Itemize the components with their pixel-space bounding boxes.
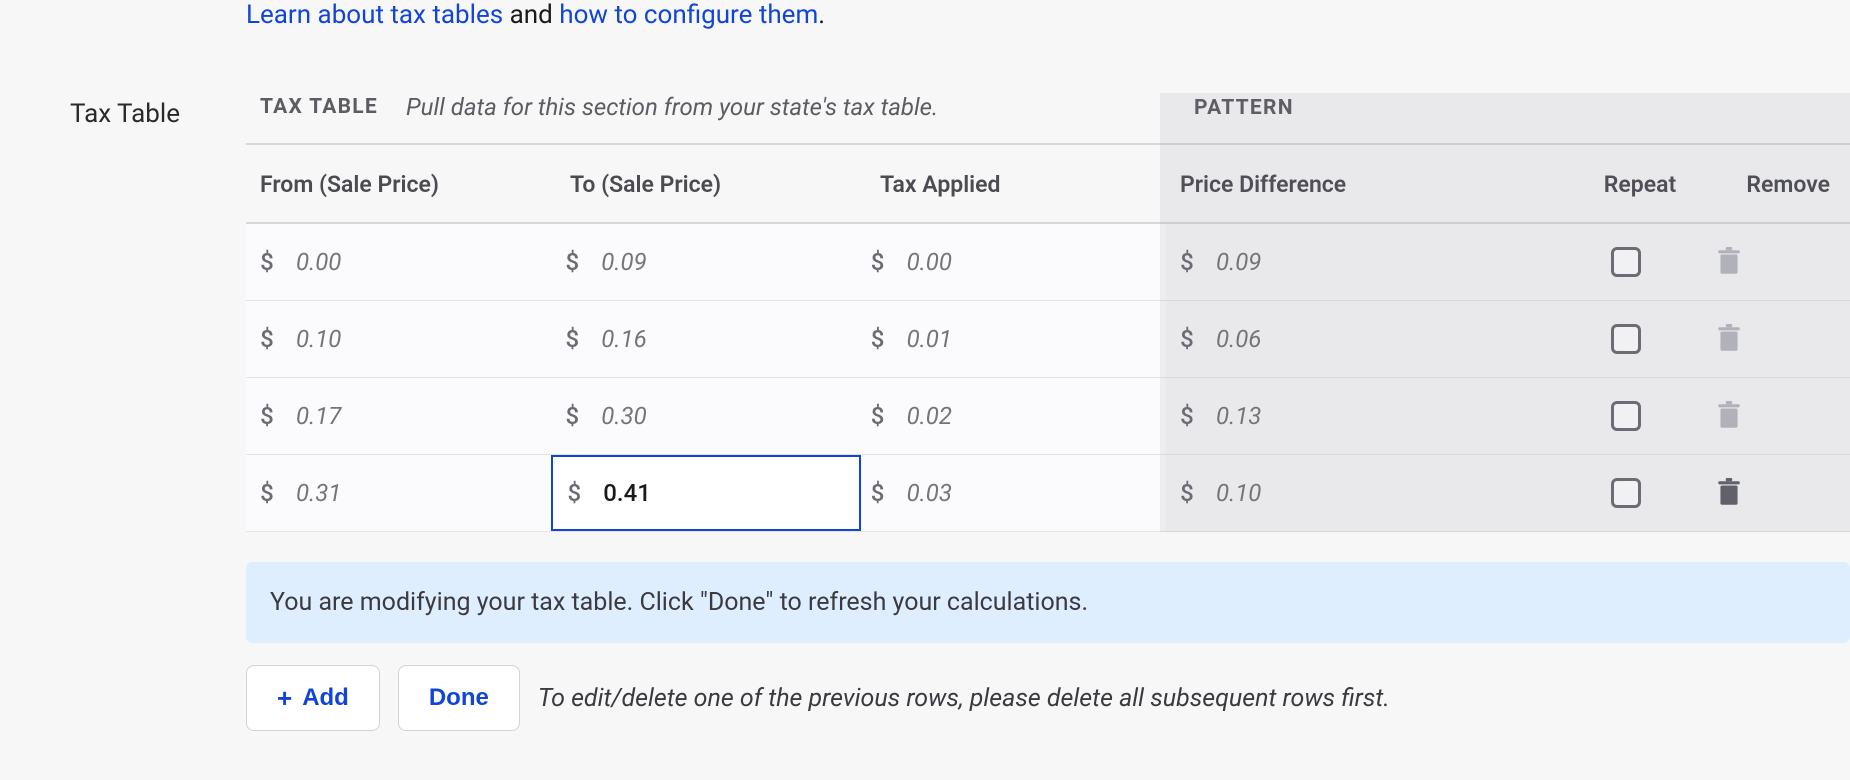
diff-input[interactable] bbox=[1214, 244, 1334, 280]
from-input[interactable] bbox=[294, 321, 414, 357]
link-learn-tax-tables[interactable]: Learn about tax tables bbox=[246, 0, 503, 30]
table-row: $ $ $ $ bbox=[246, 301, 1850, 378]
to-cell: $ bbox=[565, 321, 870, 357]
trash-icon bbox=[1716, 324, 1742, 354]
header-desc: Pull data for this section from your sta… bbox=[406, 93, 938, 121]
remove-button bbox=[1716, 401, 1824, 431]
tax-input[interactable] bbox=[905, 475, 1025, 511]
currency-symbol: $ bbox=[260, 248, 274, 276]
table-row: $ $ $ $ bbox=[246, 455, 1850, 532]
remove-button[interactable] bbox=[1716, 478, 1824, 508]
from-cell: $ bbox=[260, 398, 565, 434]
section-label: Tax Table bbox=[70, 93, 246, 129]
add-button[interactable]: + Add bbox=[246, 665, 380, 731]
to-input[interactable] bbox=[599, 398, 719, 434]
currency-symbol: $ bbox=[1180, 402, 1194, 430]
diff-cell: $ bbox=[1180, 244, 1536, 280]
diff-input[interactable] bbox=[1214, 398, 1334, 434]
currency-symbol: $ bbox=[567, 479, 581, 507]
currency-symbol: $ bbox=[565, 325, 579, 353]
diff-cell: $ bbox=[1180, 398, 1536, 434]
currency-symbol: $ bbox=[260, 479, 274, 507]
from-input[interactable] bbox=[294, 398, 414, 434]
diff-input[interactable] bbox=[1214, 475, 1334, 511]
actions-hint: To edit/delete one of the previous rows,… bbox=[538, 684, 1390, 713]
done-button[interactable]: Done bbox=[398, 665, 520, 731]
tax-cell: $ bbox=[871, 398, 1166, 434]
header-tag-tax-table: TAX TABLE bbox=[260, 95, 378, 119]
add-button-label: Add bbox=[302, 684, 349, 712]
currency-symbol: $ bbox=[1180, 248, 1194, 276]
diff-cell: $ bbox=[1180, 321, 1536, 357]
currency-symbol: $ bbox=[1180, 325, 1194, 353]
table-row: $ $ $ $ bbox=[246, 224, 1850, 301]
intro-line: Learn about tax tables and how to config… bbox=[70, 0, 1850, 31]
tax-input[interactable] bbox=[905, 244, 1025, 280]
from-cell: $ bbox=[260, 321, 565, 357]
col-tax: Tax Applied bbox=[880, 171, 1180, 198]
to-input[interactable] bbox=[601, 475, 721, 511]
link-how-to-configure[interactable]: how to configure them bbox=[559, 0, 818, 30]
tax-table: TAX TABLE Pull data for this section fro… bbox=[246, 93, 1850, 532]
tax-input[interactable] bbox=[905, 398, 1025, 434]
column-header-row: From (Sale Price) To (Sale Price) Tax Ap… bbox=[246, 145, 1850, 224]
table-row: $ $ $ $ bbox=[246, 378, 1850, 455]
info-banner: You are modifying your tax table. Click … bbox=[246, 562, 1850, 643]
from-input[interactable] bbox=[294, 475, 414, 511]
col-to: To (Sale Price) bbox=[570, 171, 880, 198]
header-tag-pattern: PATTERN bbox=[1194, 96, 1294, 120]
col-remove: Remove bbox=[1730, 171, 1836, 198]
currency-symbol: $ bbox=[260, 325, 274, 353]
remove-button bbox=[1716, 324, 1824, 354]
repeat-checkbox[interactable] bbox=[1611, 401, 1641, 431]
to-input[interactable] bbox=[599, 321, 719, 357]
currency-symbol: $ bbox=[565, 248, 579, 276]
tax-input[interactable] bbox=[905, 321, 1025, 357]
trash-icon bbox=[1716, 401, 1742, 431]
diff-input[interactable] bbox=[1214, 321, 1334, 357]
to-input[interactable] bbox=[599, 244, 719, 280]
col-diff: Price Difference bbox=[1180, 171, 1550, 198]
to-cell: $ bbox=[551, 455, 861, 531]
col-from: From (Sale Price) bbox=[260, 171, 570, 198]
to-cell: $ bbox=[565, 244, 870, 280]
trash-icon bbox=[1716, 247, 1742, 277]
repeat-checkbox[interactable] bbox=[1611, 478, 1641, 508]
repeat-checkbox[interactable] bbox=[1611, 247, 1641, 277]
from-cell: $ bbox=[260, 244, 565, 280]
intro-trailing: . bbox=[818, 0, 825, 30]
from-input[interactable] bbox=[294, 244, 414, 280]
repeat-checkbox[interactable] bbox=[1611, 324, 1641, 354]
currency-symbol: $ bbox=[871, 479, 885, 507]
remove-button bbox=[1716, 247, 1824, 277]
diff-cell: $ bbox=[1180, 475, 1536, 511]
col-repeat: Repeat bbox=[1550, 171, 1730, 198]
tax-cell: $ bbox=[871, 244, 1166, 280]
currency-symbol: $ bbox=[260, 402, 274, 430]
currency-symbol: $ bbox=[871, 248, 885, 276]
trash-icon bbox=[1716, 478, 1742, 508]
to-cell: $ bbox=[565, 398, 870, 434]
from-cell: $ bbox=[260, 475, 565, 511]
table-header-band: TAX TABLE Pull data for this section fro… bbox=[246, 93, 1850, 145]
currency-symbol: $ bbox=[565, 402, 579, 430]
tax-cell: $ bbox=[871, 475, 1166, 511]
done-button-label: Done bbox=[429, 684, 489, 712]
tax-cell: $ bbox=[871, 321, 1166, 357]
currency-symbol: $ bbox=[871, 402, 885, 430]
intro-text-between: and bbox=[503, 0, 559, 30]
currency-symbol: $ bbox=[871, 325, 885, 353]
currency-symbol: $ bbox=[1180, 479, 1194, 507]
